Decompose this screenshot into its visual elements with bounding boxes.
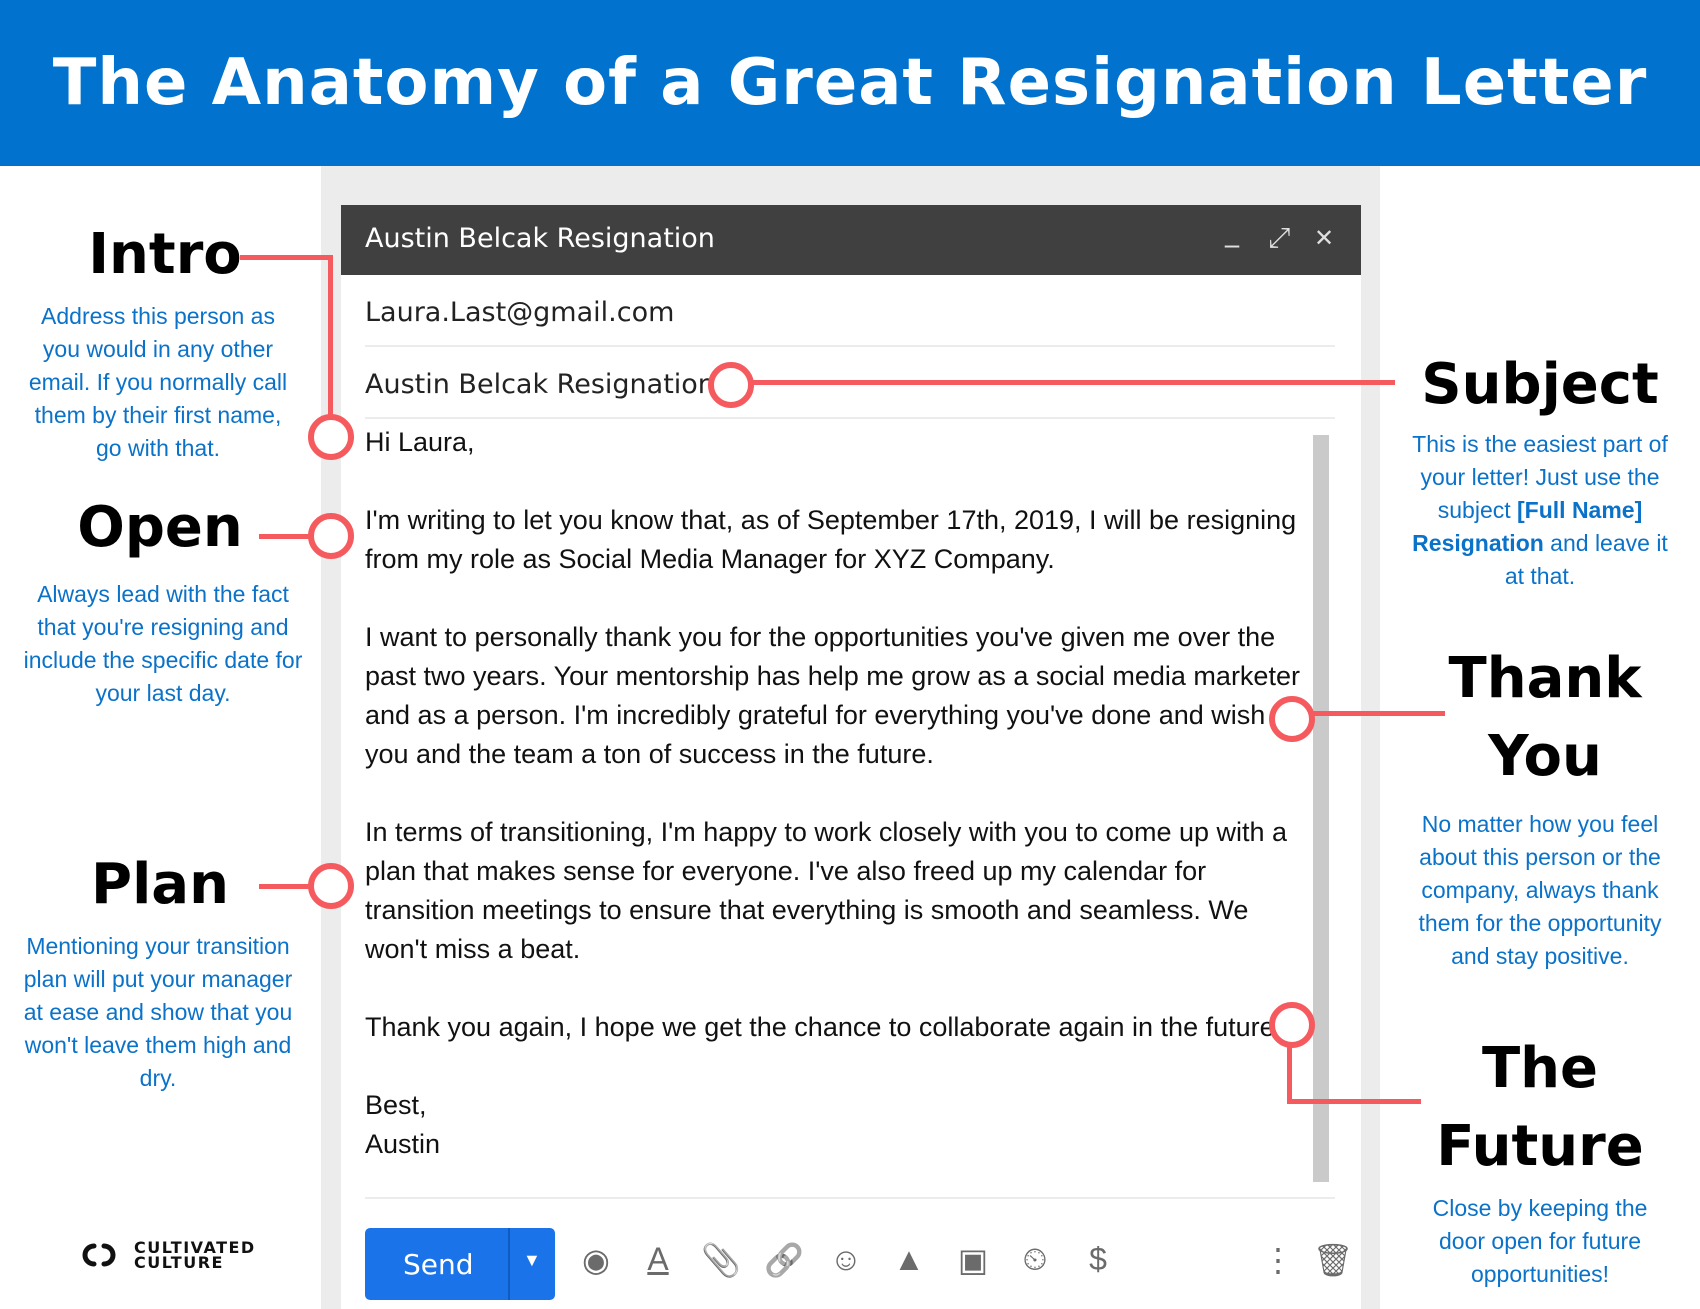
logo-text: CULTIVATED CULTURE (134, 1238, 256, 1272)
paragraph-plan: In terms of transitioning, I'm happy to … (365, 817, 1288, 964)
attach-icon[interactable]: 📎 (699, 1241, 743, 1279)
plan-marker (308, 863, 354, 909)
thank-you-marker (1269, 696, 1315, 742)
scrollbar[interactable] (1313, 435, 1329, 1182)
signature: Austin (365, 1129, 441, 1159)
future-description: Close by keeping the door open for futur… (1432, 1195, 1648, 1287)
send-label: Send (403, 1248, 474, 1281)
plan-title: Plan (91, 852, 229, 917)
plan-connector (259, 884, 311, 889)
compose-header: Austin Belcak Resignation _ ⤢ ✕ (341, 205, 1361, 275)
money-icon[interactable]: $ (1076, 1241, 1120, 1278)
compose-title: Austin Belcak Resignation (365, 223, 715, 254)
divider (365, 417, 1335, 419)
to-field[interactable]: Laura.Last@gmail.com (365, 297, 674, 328)
divider (365, 345, 1335, 347)
close-icon[interactable]: ✕ (1314, 224, 1334, 252)
page-title: The Anatomy of a Great Resignation Lette… (52, 46, 1648, 120)
intro-title: Intro (88, 222, 242, 287)
drive-icon[interactable]: ▲ (887, 1241, 931, 1278)
emoji-icon[interactable]: ☺ (824, 1241, 868, 1278)
open-description: Always lead with the fact that you're re… (23, 581, 303, 706)
expand-icon[interactable]: ⤢ (1268, 221, 1290, 255)
divider (365, 1197, 1335, 1199)
thank-you-description: No matter how you feel about this person… (1418, 811, 1662, 969)
future-title: The Future (1436, 1036, 1644, 1179)
send-divider (508, 1228, 510, 1300)
schedule-icon[interactable]: ⏲ (1013, 1241, 1057, 1279)
thank-you-title: Thank You (1448, 646, 1642, 789)
minimize-icon[interactable]: _ (1225, 215, 1239, 248)
compose-toolbar: Send ▼ ◉ A 📎 🔗 ☺ ▲ ▣ ⏲ $ ⋮ 🗑 (341, 1211, 1361, 1309)
open-connector (259, 534, 311, 539)
plan-description: Mentioning your transition plan will put… (23, 933, 293, 1091)
paragraph-open: I'm writing to let you know that, as of … (365, 505, 1297, 574)
intro-connector (240, 255, 333, 260)
cultivated-culture-logo: CULTIVATED CULTURE (78, 1238, 256, 1272)
intro-description: Address this person as you would in any … (28, 303, 288, 461)
subject-marker (708, 362, 754, 408)
subject-field[interactable]: Austin Belcak Resignation (365, 369, 715, 400)
compose-window: Austin Belcak Resignation _ ⤢ ✕ Laura.La… (341, 205, 1361, 1309)
greeting: Hi Laura, (365, 427, 475, 457)
photo-icon[interactable]: ▣ (951, 1241, 995, 1279)
subject-title: Subject (1421, 352, 1659, 417)
link-icon[interactable]: 🔗 (762, 1241, 806, 1279)
formatting-icon[interactable]: A (636, 1241, 680, 1278)
open-marker (308, 513, 354, 559)
send-options-icon[interactable]: ▼ (523, 1250, 541, 1271)
send-button[interactable]: Send ▼ (365, 1228, 555, 1300)
subject-connector (752, 380, 1395, 385)
future-connector (1287, 1042, 1292, 1104)
logo-icon (82, 1243, 116, 1267)
intro-marker (308, 414, 354, 460)
paragraph-future: Thank you again, I hope we get the chanc… (365, 1012, 1283, 1042)
intro-connector (328, 255, 333, 420)
message-body[interactable]: Hi Laura, I'm writing to let you know th… (365, 423, 1315, 1164)
confidential-mode-icon[interactable]: ◉ (574, 1241, 618, 1279)
open-title: Open (77, 495, 243, 560)
title-banner: The Anatomy of a Great Resignation Lette… (0, 0, 1700, 166)
future-marker (1269, 1002, 1315, 1048)
paragraph-thanks: I want to personally thank you for the o… (365, 622, 1300, 769)
subject-description: This is the easiest part of your letter!… (1412, 431, 1668, 589)
trash-icon[interactable]: 🗑 (1311, 1241, 1355, 1279)
signoff: Best, (365, 1090, 427, 1120)
more-options-icon[interactable]: ⋮ (1256, 1241, 1300, 1279)
